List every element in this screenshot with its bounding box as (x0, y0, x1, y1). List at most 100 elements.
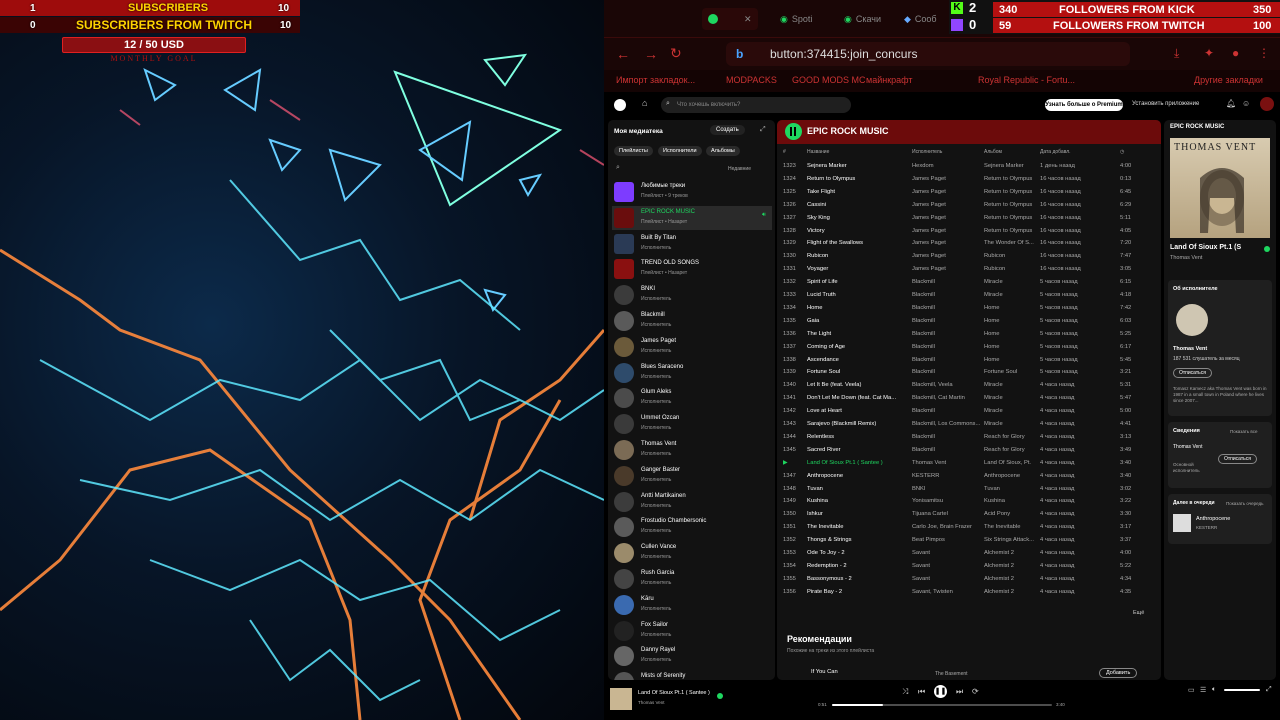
track-title[interactable]: Ishkur (807, 511, 907, 517)
track-album[interactable]: Sejnera Marker (984, 163, 1036, 169)
track-album[interactable]: Miracle (984, 292, 1036, 298)
track-artist[interactable]: James Paget (912, 202, 980, 208)
track-artist[interactable]: Savant (912, 550, 980, 556)
track-row[interactable]: 1338 Ascendance Blackmill Home 5 часов назад… (777, 354, 1161, 367)
track-title[interactable]: Victory (807, 228, 907, 234)
library-item[interactable]: EPIC ROCK MUSIC Плейлист • Назарет 🔊︎ (612, 205, 772, 230)
track-row[interactable]: 1331 Voyager James Paget Rubicon 16 часов на… (777, 263, 1161, 276)
track-album[interactable]: Return to Olympus (984, 228, 1036, 234)
track-title[interactable]: Ascendance (807, 357, 907, 363)
track-title[interactable]: Flight of the Swallows (807, 240, 907, 246)
extensions-icon[interactable]: ✦ (1204, 46, 1214, 60)
player-saved-icon[interactable] (717, 693, 723, 699)
download-icon[interactable]: ⤓ (1174, 46, 1179, 61)
library-item[interactable]: Glum Aleks Исполнитель (612, 386, 772, 410)
track-artist[interactable]: Savant (912, 563, 980, 569)
install-app-link[interactable]: Установить приложение (1132, 101, 1199, 107)
track-row[interactable]: 1344 Relentless Blackmill Reach for Glory 4 … (777, 431, 1161, 444)
now-playing-artist[interactable]: Thomas Vent (1170, 255, 1202, 261)
track-artist[interactable]: Blackmill (912, 279, 980, 285)
track-title[interactable]: Return to Olympus (807, 176, 907, 182)
track-row[interactable]: 1355 Bassonymous - 2 Savant Alchemist 2 4 ча… (777, 573, 1161, 586)
track-row[interactable]: 1351 The Inevitable Carlo Joe, Brain Fraze… (777, 521, 1161, 534)
track-album[interactable]: Alchemist 2 (984, 576, 1036, 582)
track-album[interactable]: Alchemist 2 (984, 589, 1036, 595)
track-artist[interactable]: BNKI (912, 486, 980, 492)
track-title[interactable]: Land Of Sioux Pt.1 ( Santee ) (807, 460, 907, 466)
track-album[interactable]: Alchemist 2 (984, 563, 1036, 569)
track-artist[interactable]: Blackmill (912, 305, 980, 311)
open-queue-link[interactable]: Показать очередь (1226, 501, 1264, 506)
track-title[interactable]: Anthropocene (807, 473, 907, 479)
bookmark-import[interactable]: Импорт закладок... (616, 75, 695, 85)
track-title[interactable]: Gaia (807, 318, 907, 324)
track-title[interactable]: Spirit of Life (807, 279, 907, 285)
artist-name[interactable]: Thomas Vent (1173, 346, 1207, 352)
track-title[interactable]: Let It Be (feat. Veela) (807, 382, 907, 388)
track-album[interactable]: Anthropocene (984, 473, 1036, 479)
column-header[interactable]: Исполнитель (912, 149, 942, 155)
track-row[interactable]: 1353 Ode To Joy - 2 Savant Alchemist 2 4 час… (777, 547, 1161, 560)
track-row[interactable]: 1328 Victory James Paget Return to Olympus 1… (777, 225, 1161, 238)
track-title[interactable]: Coming of Age (807, 344, 907, 350)
track-title[interactable]: Rubicon (807, 253, 907, 259)
track-row[interactable]: 1340 Let It Be (feat. Veela) Blackmill, Ve… (777, 379, 1161, 392)
bookmark-minecraft[interactable]: майнкрафт (866, 75, 912, 85)
track-title[interactable]: Bassonymous - 2 (807, 576, 907, 582)
track-artist[interactable]: Blackmill (912, 357, 980, 363)
track-album[interactable]: Miracle (984, 408, 1036, 414)
library-item[interactable]: Antti Martikainen Исполнитель (612, 490, 772, 514)
profile-icon[interactable]: ● (1232, 46, 1239, 60)
track-artist[interactable]: Savant, Twisten (912, 589, 980, 595)
track-title[interactable]: Voyager (807, 266, 907, 272)
next-icon[interactable]: ⏭︎ (956, 687, 963, 697)
track-artist[interactable]: James Paget (912, 215, 980, 221)
library-item[interactable]: Fox Sailor Исполнитель (612, 619, 772, 643)
spotify-search-input[interactable]: Что хочешь включить? (661, 97, 851, 113)
track-album[interactable]: Alchemist 2 (984, 550, 1036, 556)
track-row[interactable]: 1326 Cassini James Paget Return to Olympus 1… (777, 199, 1161, 212)
friends-icon[interactable]: ☺ (1242, 99, 1250, 108)
now-playing-saved-icon[interactable] (1264, 246, 1270, 252)
track-title[interactable]: Don't Let Me Down (feat. Cat Ma... (807, 395, 907, 401)
track-title[interactable]: The Inevitable (807, 524, 907, 530)
track-row[interactable]: 1332 Spirit of Life Blackmill Miracle 5 часо… (777, 276, 1161, 289)
track-row[interactable]: 1343 Sarajevo (Blackmill Remix) Blackmill,… (777, 418, 1161, 431)
library-item[interactable]: Ummet Ozcan Исполнитель (612, 412, 772, 436)
library-search-icon[interactable]: ⌕ (616, 164, 620, 172)
track-artist[interactable]: Savant (912, 576, 980, 582)
library-item[interactable]: Built By Titan Исполнитель (612, 232, 772, 256)
track-row[interactable]: 1356 Pirate Bay - 2 Savant, Twisten Alchemi… (777, 586, 1161, 599)
track-title[interactable]: Redemption - 2 (807, 563, 907, 569)
library-item[interactable]: Cullen Vance Исполнитель (612, 541, 772, 565)
track-title[interactable]: Tuvan (807, 486, 907, 492)
track-row[interactable]: 1327 Sky King James Paget Return to Olympus… (777, 212, 1161, 225)
library-item[interactable]: Thomas Vent Исполнитель (612, 438, 772, 462)
library-item[interactable]: Rush Garcia Исполнитель (612, 567, 772, 591)
address-bar[interactable]: button:374415:join_concurs (726, 42, 1130, 66)
track-artist[interactable]: James Paget (912, 240, 980, 246)
bell-icon[interactable]: 🔔︎ (1226, 99, 1236, 108)
sort-dropdown[interactable]: Недавние (728, 166, 751, 172)
track-artist[interactable]: Blackmill, Cat Martin (912, 395, 980, 401)
bookmark-royal-republic[interactable]: Royal Republic - Fortu... (978, 75, 1075, 85)
tab-download[interactable]: ◉ Скачи (844, 8, 881, 30)
track-row[interactable]: ▶ Land Of Sioux Pt.1 ( Santee ) Thomas Ven… (777, 457, 1161, 470)
track-album[interactable]: The Inevitable (984, 524, 1036, 530)
track-album[interactable]: Miracle (984, 279, 1036, 285)
track-artist[interactable]: Blackmill (912, 447, 980, 453)
track-album[interactable]: Return to Olympus (984, 189, 1036, 195)
track-album[interactable]: Return to Olympus (984, 202, 1036, 208)
track-title[interactable]: Fortune Soul (807, 369, 907, 375)
volume-slider[interactable] (1224, 689, 1260, 691)
track-row[interactable]: 1350 Ishkur Tijuana Cartel Acid Pony 4 часа … (777, 508, 1161, 521)
column-header[interactable]: ◷ (1120, 149, 1124, 155)
track-row[interactable]: 1333 Lucid Truth Blackmill Miracle 5 часов н… (777, 289, 1161, 302)
filter-albums[interactable]: Альбомы (706, 146, 740, 156)
create-button[interactable]: Создать (710, 125, 745, 135)
track-artist[interactable]: KESTERR (912, 473, 980, 479)
track-row[interactable]: 1345 Sacred River Blackmill Reach for Glory… (777, 444, 1161, 457)
fullscreen-icon[interactable]: ⤢ (1266, 686, 1272, 694)
forward-icon[interactable]: → (644, 46, 658, 62)
track-album[interactable]: Six Strings Attack... (984, 537, 1036, 543)
